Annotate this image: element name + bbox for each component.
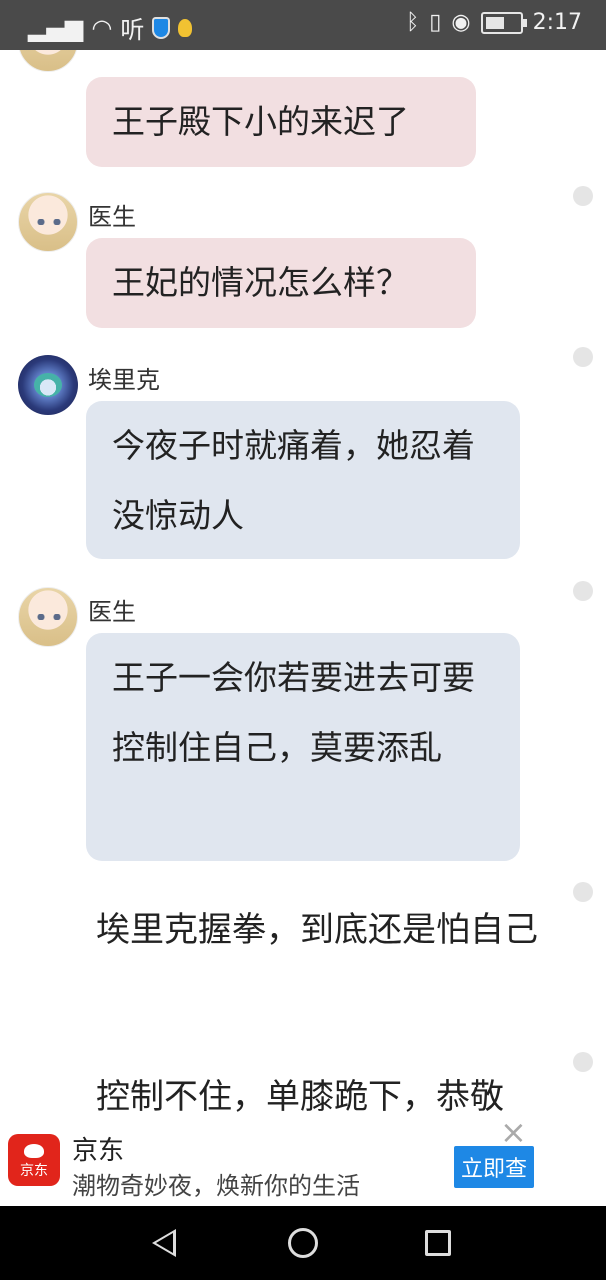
message-bubble[interactable]: 王子一会你若要进去可要控制住自己，莫要添乱: [86, 633, 520, 861]
ad-title[interactable]: 京东: [72, 1130, 124, 1167]
status-right: ᛒ ▯ ◉ 2:17: [406, 10, 582, 35]
wifi-icon: ◠: [91, 13, 113, 42]
ad-subtitle[interactable]: 潮物奇妙夜，焕新你的生活: [72, 1166, 360, 1201]
home-icon[interactable]: [288, 1228, 318, 1258]
recent-apps-icon[interactable]: [425, 1230, 451, 1256]
close-icon[interactable]: ×: [500, 1116, 527, 1148]
ad-action-button[interactable]: 立即查: [454, 1146, 534, 1188]
comment-dot-icon[interactable]: [573, 1052, 593, 1072]
message-bubble[interactable]: 王妃的情况怎么样？: [86, 238, 476, 328]
narration-paragraph: 控制不住，单膝跪下，恭敬: [96, 1077, 504, 1117]
ad-logo-text: 京东: [20, 1163, 48, 1179]
battery-fill: [485, 16, 504, 29]
message-bubble[interactable]: 王子殿下小的来迟了: [86, 77, 476, 167]
eye-icon: ◉: [451, 10, 471, 35]
ad-banner[interactable]: 京东 京东 潮物奇妙夜，焕新你的生活 × 立即查: [0, 1116, 606, 1206]
bulb-icon: [178, 18, 193, 37]
jd-logo-icon[interactable]: 京东: [8, 1134, 60, 1186]
vibrate-icon: ▯: [429, 10, 442, 35]
chat-content[interactable]: 医生 王子殿下小的来迟了 医生 王妃的情况怎么样？ 埃里克 今夜子时就痛着，她忍…: [0, 50, 606, 1130]
speaker-name: 医生: [88, 203, 136, 231]
back-icon[interactable]: [152, 1229, 176, 1257]
status-bar: ▂▄▆ ◠ 听 ᛒ ▯ ◉ 2:17: [0, 0, 606, 50]
clock: 2:17: [532, 10, 582, 35]
comment-dot-icon[interactable]: [573, 186, 593, 206]
speaker-name: 医生: [88, 598, 136, 626]
eric-avatar[interactable]: [18, 355, 78, 415]
battery-icon: [480, 11, 527, 34]
status-left: ▂▄▆ ◠ 听: [28, 10, 193, 45]
doctor-avatar[interactable]: [18, 192, 78, 252]
doctor-avatar[interactable]: [18, 587, 78, 647]
bluetooth-icon: ᛒ: [406, 10, 420, 35]
narration-paragraph: 埃里克握拳，到底还是怕自己: [96, 910, 538, 950]
listen-label: 听: [120, 16, 145, 44]
comment-dot-icon[interactable]: [573, 347, 593, 367]
doctor-avatar[interactable]: [18, 50, 78, 72]
speaker-name: 埃里克: [88, 366, 160, 394]
message-bubble[interactable]: 今夜子时就痛着，她忍着没惊动人: [86, 401, 520, 559]
signal-icon: ▂▄▆: [28, 13, 84, 42]
shield-icon: [152, 16, 171, 39]
comment-dot-icon[interactable]: [573, 581, 593, 601]
navigation-bar: [0, 1206, 606, 1280]
comment-dot-icon[interactable]: [573, 882, 593, 902]
